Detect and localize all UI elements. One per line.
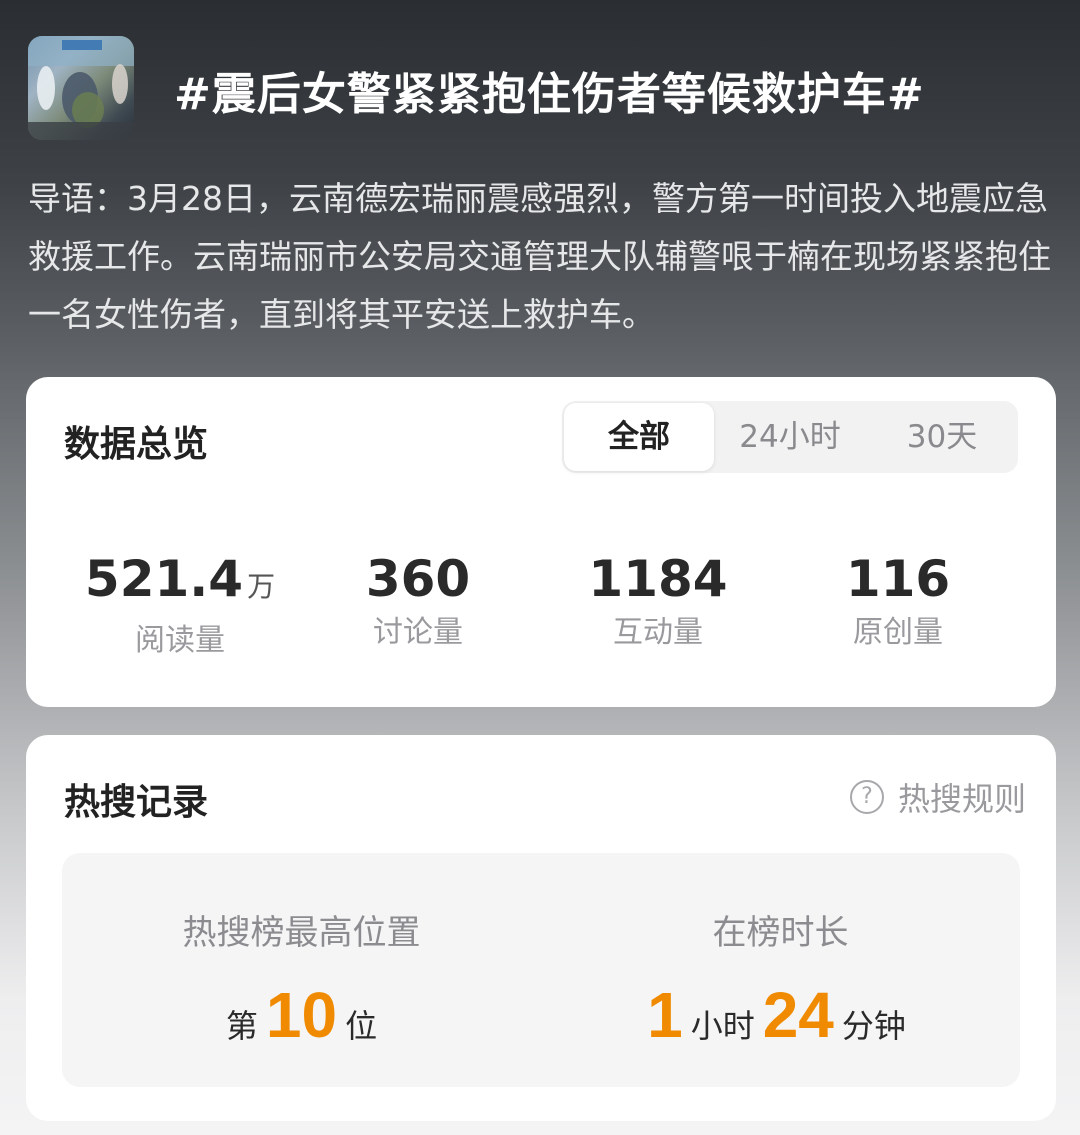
stat-discussions-value: 360 <box>365 550 471 608</box>
highest-position-metric: 热搜榜最高位置 第 10 位 <box>62 853 541 1068</box>
topic-title: #震后女警紧紧抱住伤者等候救护车# <box>174 69 925 120</box>
stat-discussions: 360 讨论量 <box>298 549 538 655</box>
duration-label: 在榜时长 <box>712 913 849 953</box>
stat-discussions-label: 讨论量 <box>373 615 463 650</box>
question-circle-icon: ? <box>849 780 884 814</box>
topic-thumbnail[interactable] <box>28 36 134 140</box>
highest-position-label: 热搜榜最高位置 <box>182 913 421 953</box>
tab-24h[interactable]: 24小时 <box>714 401 866 473</box>
duration-minutes: 24 <box>762 979 834 1051</box>
topic-header: #震后女警紧紧抱住伤者等候救护车# <box>28 36 1058 142</box>
duration-metric: 在榜时长 1 小时 24 分钟 <box>541 853 1020 1068</box>
duration-hours-unit: 小时 <box>690 1007 755 1045</box>
stat-reads: 521.4 万 阅读量 <box>60 549 300 663</box>
hot-search-rules-label: 热搜规则 <box>897 780 1026 818</box>
hot-search-card: 热搜记录 ? 热搜规则 热搜榜最高位置 第 10 位 在榜时长 1 小时 24 分钟 <box>26 735 1056 1121</box>
hot-search-title: 热搜记录 <box>64 782 209 823</box>
topic-intro: 导语：3月28日，云南德宏瑞丽震感强烈，警方第一时间投入地震应急救援工作。云南瑞… <box>28 179 1051 334</box>
data-overview-card: 数据总览 全部 24小时 30天 521.4 万 阅读量 360 讨论量 1184… <box>26 377 1056 707</box>
tab-all[interactable]: 全部 <box>564 403 714 471</box>
stat-originals: 116 原创量 <box>778 549 1018 655</box>
duration-minutes-unit: 分钟 <box>841 1007 906 1045</box>
stat-interactions-label: 互动量 <box>613 615 703 650</box>
stat-reads-label: 阅读量 <box>135 623 225 658</box>
stat-interactions: 1184 互动量 <box>538 549 778 655</box>
time-range-tabs: 全部 24小时 30天 <box>562 401 1018 473</box>
highest-position-value: 10 <box>265 979 338 1051</box>
hot-search-metrics: 热搜榜最高位置 第 10 位 在榜时长 1 小时 24 分钟 <box>62 853 1020 1087</box>
tab-30d[interactable]: 30天 <box>866 401 1018 473</box>
stat-reads-unit: 万 <box>247 570 276 603</box>
stat-reads-value: 521.4 <box>84 550 244 608</box>
highest-position-prefix: 第 <box>225 1007 258 1045</box>
duration-hours: 1 <box>647 979 683 1051</box>
stat-originals-value: 116 <box>845 550 951 608</box>
highest-position-suffix: 位 <box>345 1007 378 1045</box>
stat-originals-label: 原创量 <box>853 615 943 650</box>
data-overview-title: 数据总览 <box>64 424 209 465</box>
stat-interactions-value: 1184 <box>588 550 728 608</box>
hot-search-rules-link[interactable]: ? 热搜规则 <box>849 775 1026 819</box>
